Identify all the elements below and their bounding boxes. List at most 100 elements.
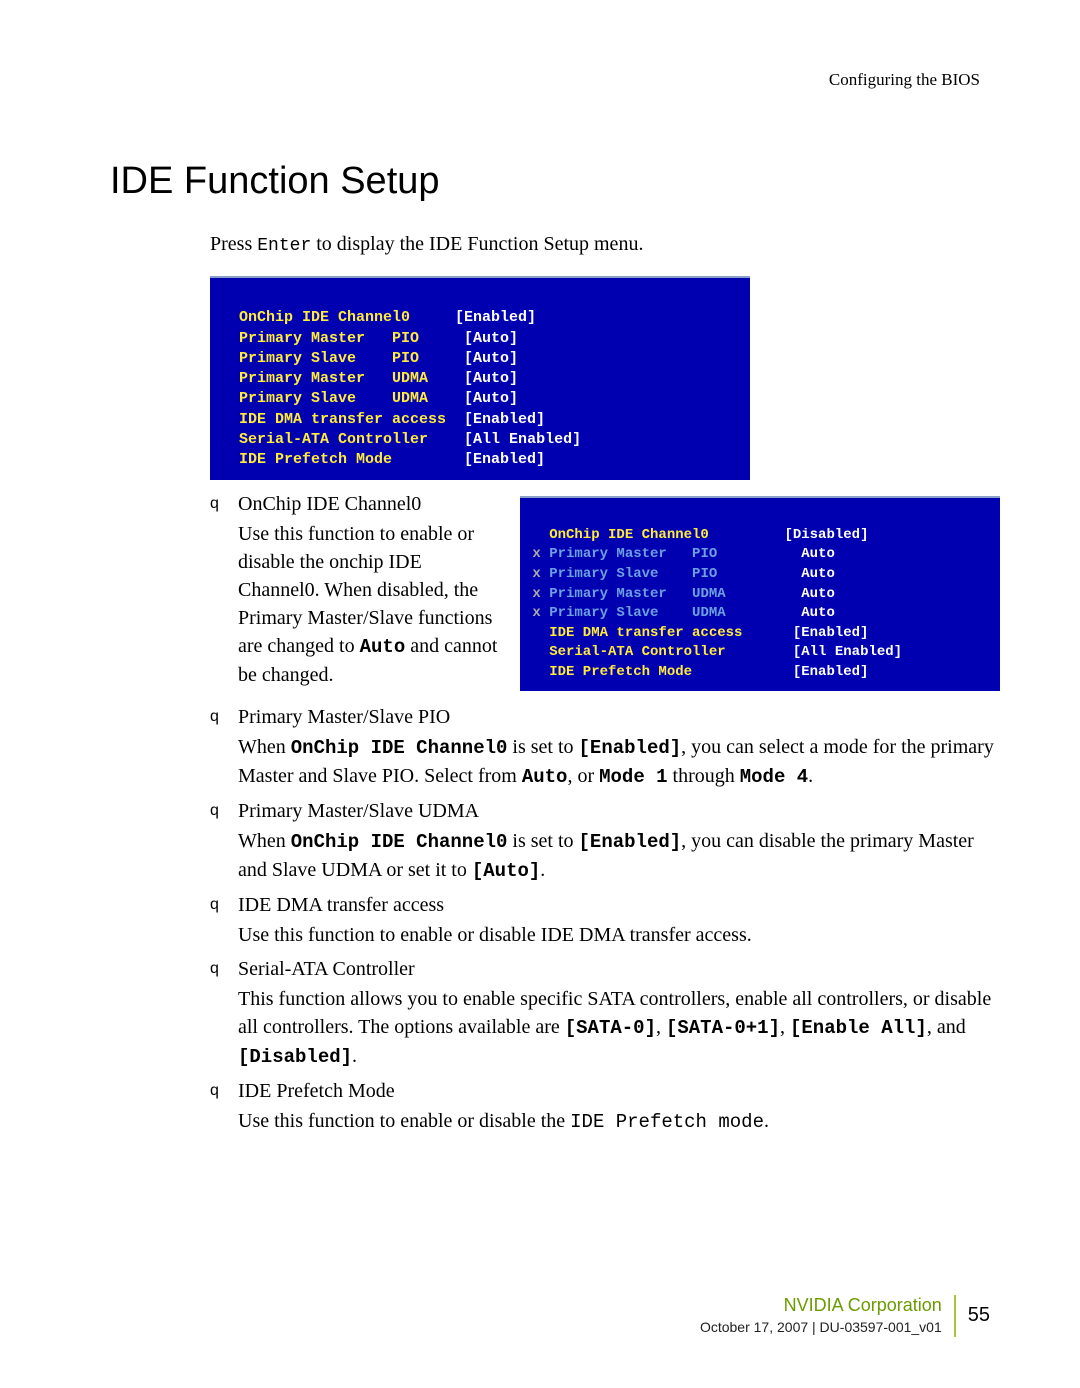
list-item: q IDE DMA transfer access Use this funct…	[210, 891, 1000, 949]
list-item: q Primary Master/Slave PIO When OnChip I…	[210, 703, 1000, 791]
t: Mode 1	[599, 766, 667, 788]
bios2-l6b: [Enabled]	[742, 625, 868, 641]
t: .	[540, 859, 545, 881]
item-title-udma: Primary Master/Slave UDMA	[238, 797, 1000, 825]
t: Mode 4	[740, 766, 808, 788]
t: IDE Prefetch mode	[570, 1111, 764, 1133]
t: is set to	[507, 830, 578, 852]
bios2-l8b: [Enabled]	[692, 664, 868, 680]
bios2-l2a: Primary Master PIO	[541, 546, 717, 562]
item-desc-sata: This function allows you to enable speci…	[238, 985, 1000, 1071]
item-title-sata: Serial-ATA Controller	[238, 955, 1000, 983]
page-number: 55	[968, 1304, 990, 1327]
bios1-l3a: Primary Slave PIO	[230, 350, 419, 367]
bios2-l2b: Auto	[717, 546, 835, 562]
t: ,	[656, 1016, 666, 1038]
item-desc-udma: When OnChip IDE Channel0 is set to [Enab…	[238, 827, 1000, 885]
bios2-l3x: x	[524, 566, 541, 582]
list-item: q IDE Prefetch Mode Use this function to…	[210, 1077, 1000, 1136]
list-item: q Serial-ATA Controller This function al…	[210, 955, 1000, 1071]
bios1-l8b: [Enabled]	[392, 451, 545, 468]
item-desc-pio: When OnChip IDE Channel0 is set to [Enab…	[238, 733, 1000, 791]
bios2-l1b: [Disabled]	[709, 527, 869, 543]
t: [Enabled]	[579, 737, 682, 759]
page-footer: NVIDIA Corporation October 17, 2007 | DU…	[700, 1293, 990, 1338]
t: [Disabled]	[238, 1046, 352, 1068]
bios2-l5x: x	[524, 605, 541, 621]
t: , or	[567, 765, 599, 787]
t: Use this function to enable or disable t…	[238, 1110, 570, 1132]
t: OnChip IDE Channel0	[291, 737, 508, 759]
t: ,	[780, 1016, 790, 1038]
t: .	[764, 1110, 769, 1132]
intro-pre: Press	[210, 233, 257, 255]
item-title-onchip: OnChip IDE Channel0	[238, 490, 500, 518]
bios1-l5b: [Auto]	[428, 390, 518, 407]
bios1-l2b: [Auto]	[419, 330, 518, 347]
divider-icon	[954, 1295, 956, 1337]
item-desc-onchip: Use this function to enable or disable t…	[238, 520, 500, 689]
bios1-l7b: [All Enabled]	[428, 431, 581, 448]
t: [SATA-0+1]	[666, 1017, 780, 1039]
bios2-l4a: Primary Master UDMA	[541, 586, 726, 602]
bios1-l1a: OnChip IDE Channel0	[230, 309, 410, 326]
intro-post: to display the IDE Function Setup menu.	[311, 233, 643, 255]
item-title-pio: Primary Master/Slave PIO	[238, 703, 1000, 731]
t: When	[238, 736, 291, 758]
bios1-l6a: IDE DMA transfer access	[230, 411, 446, 428]
item-desc-prefetch: Use this function to enable or disable t…	[238, 1107, 1000, 1136]
t: .	[352, 1045, 357, 1067]
bios1-l2a: Primary Master PIO	[230, 330, 419, 347]
bullet-icon: q	[210, 703, 238, 791]
list-item: q Primary Master/Slave UDMA When OnChip …	[210, 797, 1000, 885]
bios2-l4x: x	[524, 586, 541, 602]
bios1-l6b: [Enabled]	[446, 411, 545, 428]
bios2-l6a: IDE DMA transfer access	[524, 625, 742, 641]
t: [Auto]	[472, 860, 540, 882]
footer-date: October 17, 2007 | DU-03597-001_v01	[700, 1318, 942, 1338]
bios-menu-disabled: OnChip IDE Channel0 [Disabled] x Primary…	[520, 496, 1000, 690]
t: is set to	[507, 736, 578, 758]
t: [SATA-0]	[565, 1017, 656, 1039]
t: [Enable All]	[790, 1017, 927, 1039]
bios2-l7b: [All Enabled]	[726, 644, 902, 660]
bios2-l7a: Serial-ATA Controller	[524, 644, 726, 660]
item-title-dma: IDE DMA transfer access	[238, 891, 1000, 919]
bios1-l5a: Primary Slave UDMA	[230, 390, 428, 407]
t: OnChip IDE Channel0	[291, 831, 508, 853]
bios2-l3b: Auto	[717, 566, 835, 582]
bios2-l8a: IDE Prefetch Mode	[524, 664, 692, 680]
intro-text: Press Enter to display the IDE Function …	[210, 233, 1000, 256]
bios2-l5a: Primary Slave UDMA	[541, 605, 726, 621]
t: [Enabled]	[579, 831, 682, 853]
intro-mono: Enter	[257, 236, 311, 256]
list-item: q OnChip IDE Channel0 Use this function …	[210, 490, 500, 689]
bios1-l4b: [Auto]	[428, 370, 518, 387]
bullet-icon: q	[210, 797, 238, 885]
content-list: q OnChip IDE Channel0 Use this function …	[210, 490, 1000, 1136]
breadcrumb: Configuring the BIOS	[100, 70, 980, 90]
item-desc-dma: Use this function to enable or disable I…	[238, 921, 1000, 949]
bios2-l4b: Auto	[726, 586, 835, 602]
bullet-icon: q	[210, 1077, 238, 1136]
bullet-icon: q	[210, 891, 238, 949]
item-title-prefetch: IDE Prefetch Mode	[238, 1077, 1000, 1105]
t: Auto	[522, 766, 568, 788]
bullet-icon: q	[210, 955, 238, 1071]
page-title: IDE Function Setup	[110, 160, 1000, 203]
t: Auto	[360, 636, 406, 658]
bios-menu-enabled: OnChip IDE Channel0 [Enabled] Primary Ma…	[210, 276, 750, 480]
bios2-l5b: Auto	[726, 605, 835, 621]
bios1-l4a: Primary Master UDMA	[230, 370, 428, 387]
t: , and	[927, 1016, 966, 1038]
bios1-l7a: Serial-ATA Controller	[230, 431, 428, 448]
bios2-l3a: Primary Slave PIO	[541, 566, 717, 582]
t: .	[808, 765, 813, 787]
footer-company: NVIDIA Corporation	[700, 1293, 942, 1318]
t: through	[668, 765, 740, 787]
t: When	[238, 830, 291, 852]
bios2-l2x: x	[524, 546, 541, 562]
bios2-l1a: OnChip IDE Channel0	[524, 527, 709, 543]
bios1-l1b: [Enabled]	[410, 309, 536, 326]
bullet-icon: q	[210, 490, 238, 689]
